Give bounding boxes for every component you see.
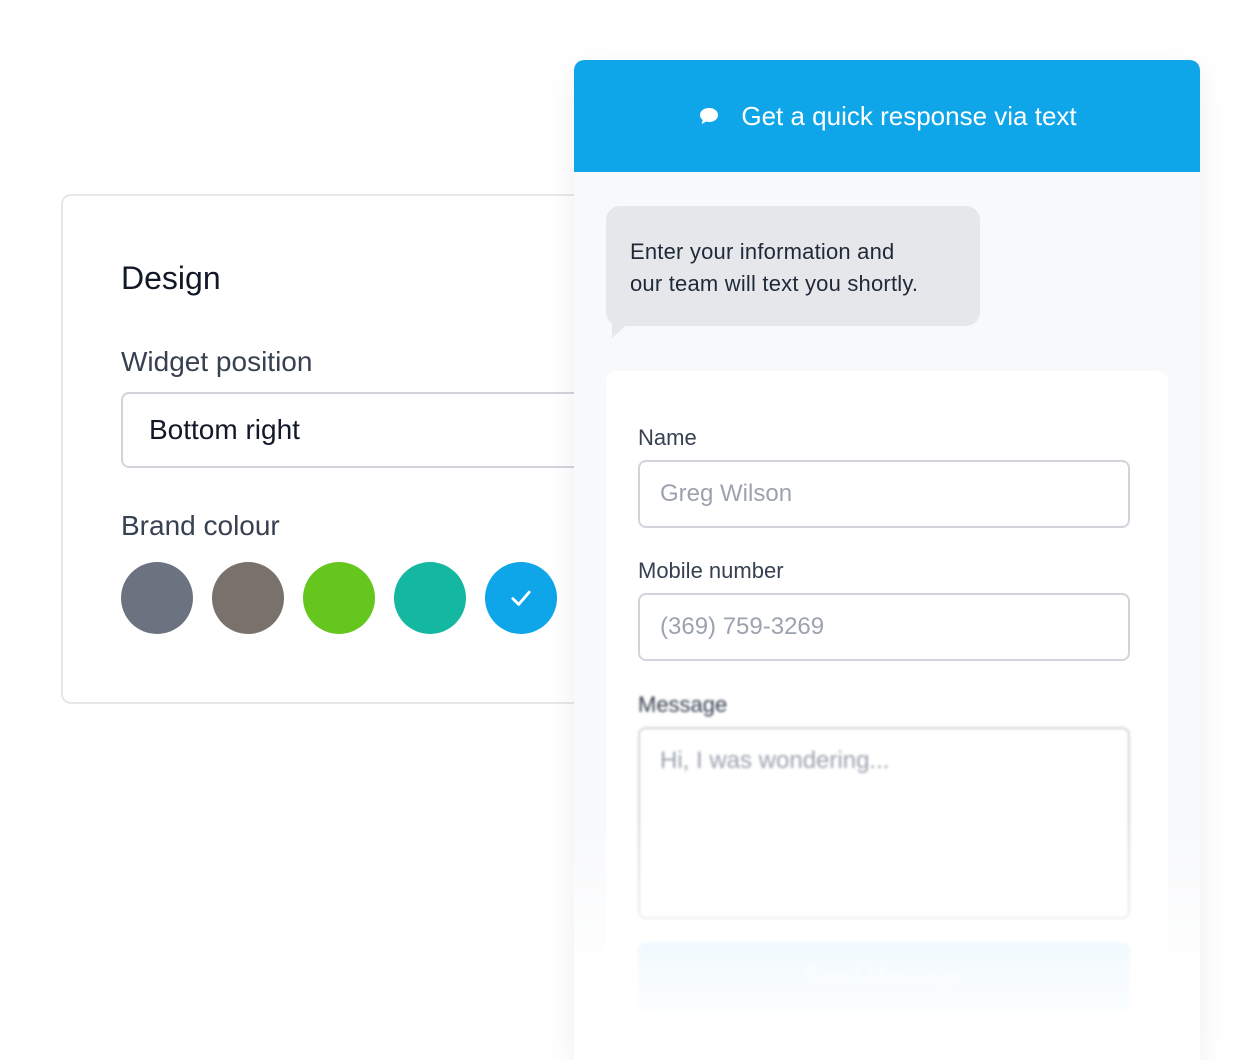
chat-bubble-icon bbox=[700, 108, 719, 124]
widget-position-label: Widget position bbox=[121, 346, 313, 377]
message-label: Message bbox=[638, 692, 728, 717]
name-input[interactable]: Greg Wilson bbox=[638, 460, 1130, 528]
message-placeholder: Hi, I was wondering... bbox=[660, 747, 890, 774]
design-title: Design bbox=[121, 260, 221, 296]
text-widget-preview: Get a quick response via text Enter your… bbox=[574, 60, 1200, 1060]
mobile-number-placeholder: (369) 759-3269 bbox=[660, 613, 825, 640]
bubble-tail bbox=[612, 322, 630, 338]
intro-message-bubble: Enter your information and our team will… bbox=[606, 206, 980, 326]
mobile-number-input[interactable]: (369) 759-3269 bbox=[638, 593, 1130, 661]
colour-swatch-teal[interactable] bbox=[394, 562, 466, 634]
widget-header-title: Get a quick response via text bbox=[741, 100, 1077, 131]
send-message-button[interactable]: Send Message bbox=[638, 943, 1130, 1011]
intro-message-line-2: our team will text you shortly. bbox=[630, 271, 919, 296]
contact-form: Name Greg Wilson Mobile number (369) 759… bbox=[606, 371, 1168, 1060]
widget-position-select[interactable]: Bottom right bbox=[121, 392, 641, 468]
message-textarea[interactable]: Hi, I was wondering... bbox=[638, 727, 1130, 919]
brand-colour-swatches bbox=[121, 562, 557, 634]
brand-colour-label: Brand colour bbox=[121, 510, 280, 541]
name-label: Name bbox=[638, 425, 697, 450]
mobile-number-label: Mobile number bbox=[638, 558, 784, 583]
widget-header: Get a quick response via text bbox=[574, 60, 1200, 172]
widget-position-value: Bottom right bbox=[149, 414, 300, 445]
colour-swatch-green[interactable] bbox=[303, 562, 375, 634]
name-placeholder: Greg Wilson bbox=[660, 480, 793, 507]
check-icon bbox=[511, 590, 531, 606]
colour-swatch-gray[interactable] bbox=[121, 562, 193, 634]
intro-message-line-1: Enter your information and bbox=[630, 239, 895, 264]
design-settings-card: Design Widget position Bottom right Bran… bbox=[61, 194, 641, 704]
colour-swatch-stone[interactable] bbox=[212, 562, 284, 634]
colour-swatch-blue[interactable] bbox=[485, 562, 557, 634]
